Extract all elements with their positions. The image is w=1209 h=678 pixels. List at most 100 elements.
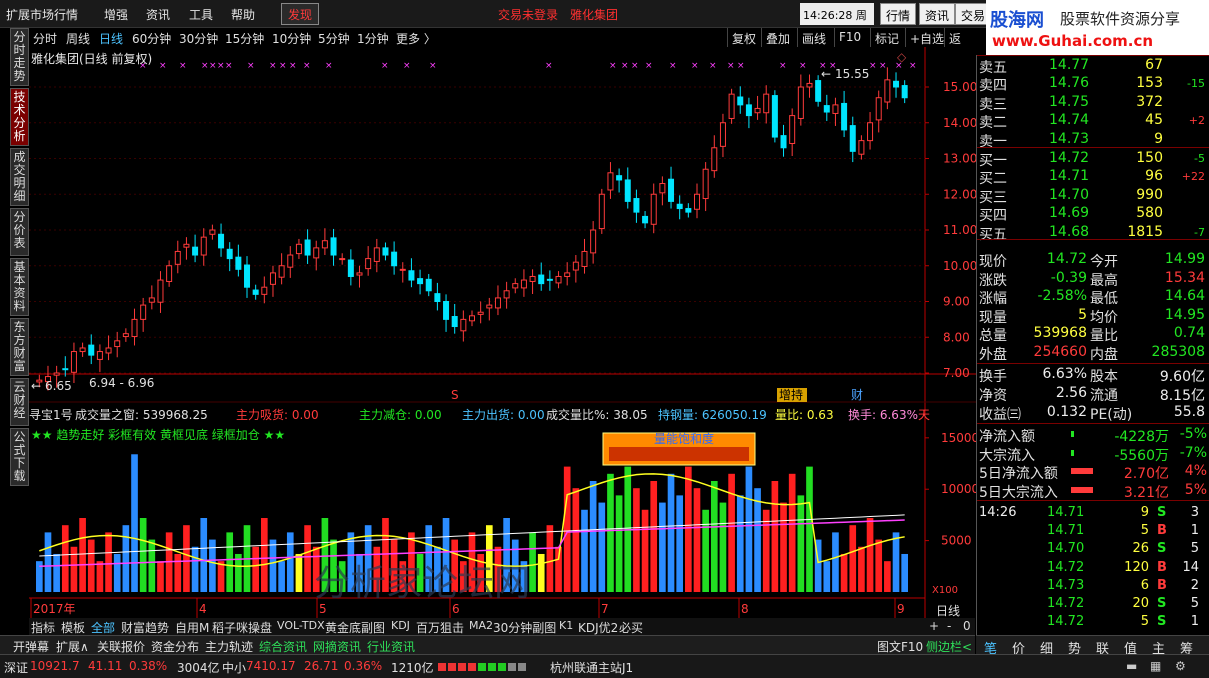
sidetab-trades[interactable]: 成交明细	[10, 148, 29, 206]
flow-value: 2.70亿	[1123, 466, 1169, 482]
func-extend[interactable]: 扩展∧	[56, 638, 89, 655]
layout-icon[interactable]: ▦	[1150, 659, 1161, 673]
volume-bar	[148, 539, 156, 592]
event-tag-finance[interactable]: 财	[851, 388, 863, 402]
func-related-quote[interactable]: 关联报价	[97, 638, 145, 655]
menu-tools[interactable]: 工具	[189, 6, 213, 23]
book-level-label: 买五	[979, 226, 1007, 243]
tab-template[interactable]: 模板	[61, 619, 85, 636]
kline-chart[interactable]: × × × × × × × × × × × × × × × × × × × × × × × × × × × × × × × × × × 15.00…	[29, 47, 976, 618]
menu-extended-market[interactable]: 扩展市场行情	[6, 6, 78, 23]
tab-all[interactable]: 全部	[91, 619, 115, 636]
quote-label: 内盘	[1090, 346, 1118, 363]
tool-overlay[interactable]: 叠加	[761, 28, 794, 47]
period-daily[interactable]: 日线	[99, 30, 123, 47]
sidetab-cloud-finance[interactable]: 云财经	[10, 378, 29, 426]
zx-label[interactable]: 中小	[222, 659, 246, 676]
func-industry-news[interactable]: 行业资讯	[367, 638, 415, 655]
tool-draw[interactable]: 画线	[797, 28, 830, 47]
volume-bar	[200, 518, 208, 592]
func-web-news[interactable]: 网摘资讯	[313, 638, 361, 655]
flow-row[interactable]: 大宗流入 -5560万 -7%	[977, 445, 1209, 464]
func-sidebar-toggle[interactable]: 侧边栏<	[926, 638, 972, 655]
server-name[interactable]: 杭州联通主站J1	[550, 659, 633, 676]
period-more[interactable]: 更多 〉	[396, 30, 436, 47]
tab-must-buy[interactable]: 必买	[619, 619, 643, 636]
tab-wealth-trend[interactable]: 财富趋势	[121, 619, 169, 636]
tool-mark[interactable]: 标记	[870, 28, 903, 47]
tool-add-watchlist[interactable]: +自选	[905, 28, 948, 47]
sz-label[interactable]: 深证	[4, 659, 28, 676]
discover-button[interactable]: 发现	[281, 3, 320, 25]
ask-row[interactable]: 卖一 14.73 9	[977, 131, 1209, 150]
period-intraday[interactable]: 分时	[33, 30, 57, 47]
zoom-reset-button[interactable]: 0	[963, 619, 971, 633]
func-fund-distribution[interactable]: 资金分布	[151, 638, 199, 655]
sidetab-technical[interactable]: 技术分析	[10, 88, 29, 146]
func-main-track[interactable]: 主力轨迹	[205, 638, 253, 655]
tab-vol-tdx[interactable]: VOL-TDX	[277, 619, 325, 632]
period-10min[interactable]: 10分钟	[272, 30, 311, 47]
period-15min[interactable]: 15分钟	[225, 30, 264, 47]
minimize-icon[interactable]: ▬	[1126, 659, 1137, 673]
bid-row[interactable]: 买三 14.70 990	[977, 187, 1209, 206]
bid-row[interactable]: 买一 14.72 150 -5	[977, 150, 1209, 169]
func-f10-text[interactable]: 图文F10	[877, 638, 923, 655]
tab-k1[interactable]: K1	[559, 619, 573, 632]
candle-body	[737, 96, 744, 106]
side-tabs: 分时走势 技术分析 成交明细 分价表 基本资料 东方财富 云财经 公式下载	[10, 28, 29, 648]
tab-indicator[interactable]: 指标	[31, 619, 55, 636]
flow-row[interactable]: 净流入额 -4228万 -5%	[977, 426, 1209, 445]
quote-button[interactable]: 行情	[880, 3, 917, 25]
tab-30min-sub[interactable]: 30分钟副图	[493, 619, 556, 636]
menu-enhance[interactable]: 增强	[104, 6, 128, 23]
tab-kdj2[interactable]: KDJ优2	[578, 619, 618, 636]
menu-news[interactable]: 资讯	[146, 6, 170, 23]
ask-row[interactable]: 卖五 14.77 67	[977, 57, 1209, 76]
news-button[interactable]: 资讯	[919, 3, 956, 25]
flow-row[interactable]: 5日大宗流入 3.21亿 5%	[977, 482, 1209, 501]
tab-daozi[interactable]: 稻子咪操盘	[212, 619, 272, 636]
sidetab-price-table[interactable]: 分价表	[10, 208, 29, 256]
func-danmaku[interactable]: 开弹幕	[13, 638, 49, 655]
sidetab-formula-download[interactable]: 公式下载	[10, 428, 29, 486]
bid-row[interactable]: 买四 14.69 580	[977, 205, 1209, 224]
sidetab-fundamentals[interactable]: 基本资料	[10, 258, 29, 316]
ask-row[interactable]: 卖二 14.74 45 +2	[977, 112, 1209, 131]
settings-icon[interactable]: ⚙	[1175, 659, 1186, 673]
tab-million-sniper[interactable]: 百万狙击	[416, 619, 464, 636]
fundamental-value: 2.56	[1055, 385, 1087, 401]
period-1min[interactable]: 1分钟	[357, 30, 389, 47]
zoom-in-button[interactable]: +	[929, 619, 939, 633]
period-5min[interactable]: 5分钟	[318, 30, 350, 47]
tab-custom-m[interactable]: 自用M	[175, 619, 209, 636]
signal-marker: ×	[159, 61, 167, 71]
func-general-news[interactable]: 综合资讯	[259, 638, 307, 655]
period-60min[interactable]: 60分钟	[132, 30, 171, 47]
period-label[interactable]: 日线	[936, 604, 960, 618]
tab-kdj[interactable]: KDJ	[391, 619, 410, 632]
period-bar: 分时 周线 日线 60分钟 30分钟 15分钟 10分钟 5分钟 1分钟 更多 …	[29, 28, 975, 63]
diamond-icon[interactable]: ◇	[897, 50, 906, 64]
volume-bar	[875, 539, 883, 592]
flow-row[interactable]: 5日净流入额 2.70亿 4%	[977, 463, 1209, 482]
sidetab-eastmoney[interactable]: 东方财富	[10, 318, 29, 376]
ask-row[interactable]: 卖三 14.75 372	[977, 94, 1209, 113]
bid-row[interactable]: 买二 14.71 96 +22	[977, 168, 1209, 187]
event-tag-increase[interactable]: 增持	[779, 387, 803, 402]
tab-golden-bottom[interactable]: 黄金底副图	[325, 619, 385, 636]
login-status[interactable]: 交易未登录	[498, 6, 558, 23]
tool-adjust[interactable]: 复权	[727, 28, 760, 47]
zoom-out-button[interactable]: -	[947, 619, 951, 633]
tool-back[interactable]: 返回	[944, 28, 975, 63]
menu-help[interactable]: 帮助	[231, 6, 255, 23]
period-weekly[interactable]: 周线	[66, 30, 90, 47]
volume-bar	[537, 553, 545, 592]
indicator-name[interactable]: 寻宝1号	[29, 406, 73, 423]
quote-value: 0.74	[1173, 325, 1205, 341]
tab-ma2[interactable]: MA2	[469, 619, 493, 632]
period-30min[interactable]: 30分钟	[179, 30, 218, 47]
sidetab-intraday[interactable]: 分时走势	[10, 28, 29, 86]
tool-f10[interactable]: F10	[834, 28, 865, 47]
ask-row[interactable]: 卖四 14.76 153 -15	[977, 75, 1209, 94]
